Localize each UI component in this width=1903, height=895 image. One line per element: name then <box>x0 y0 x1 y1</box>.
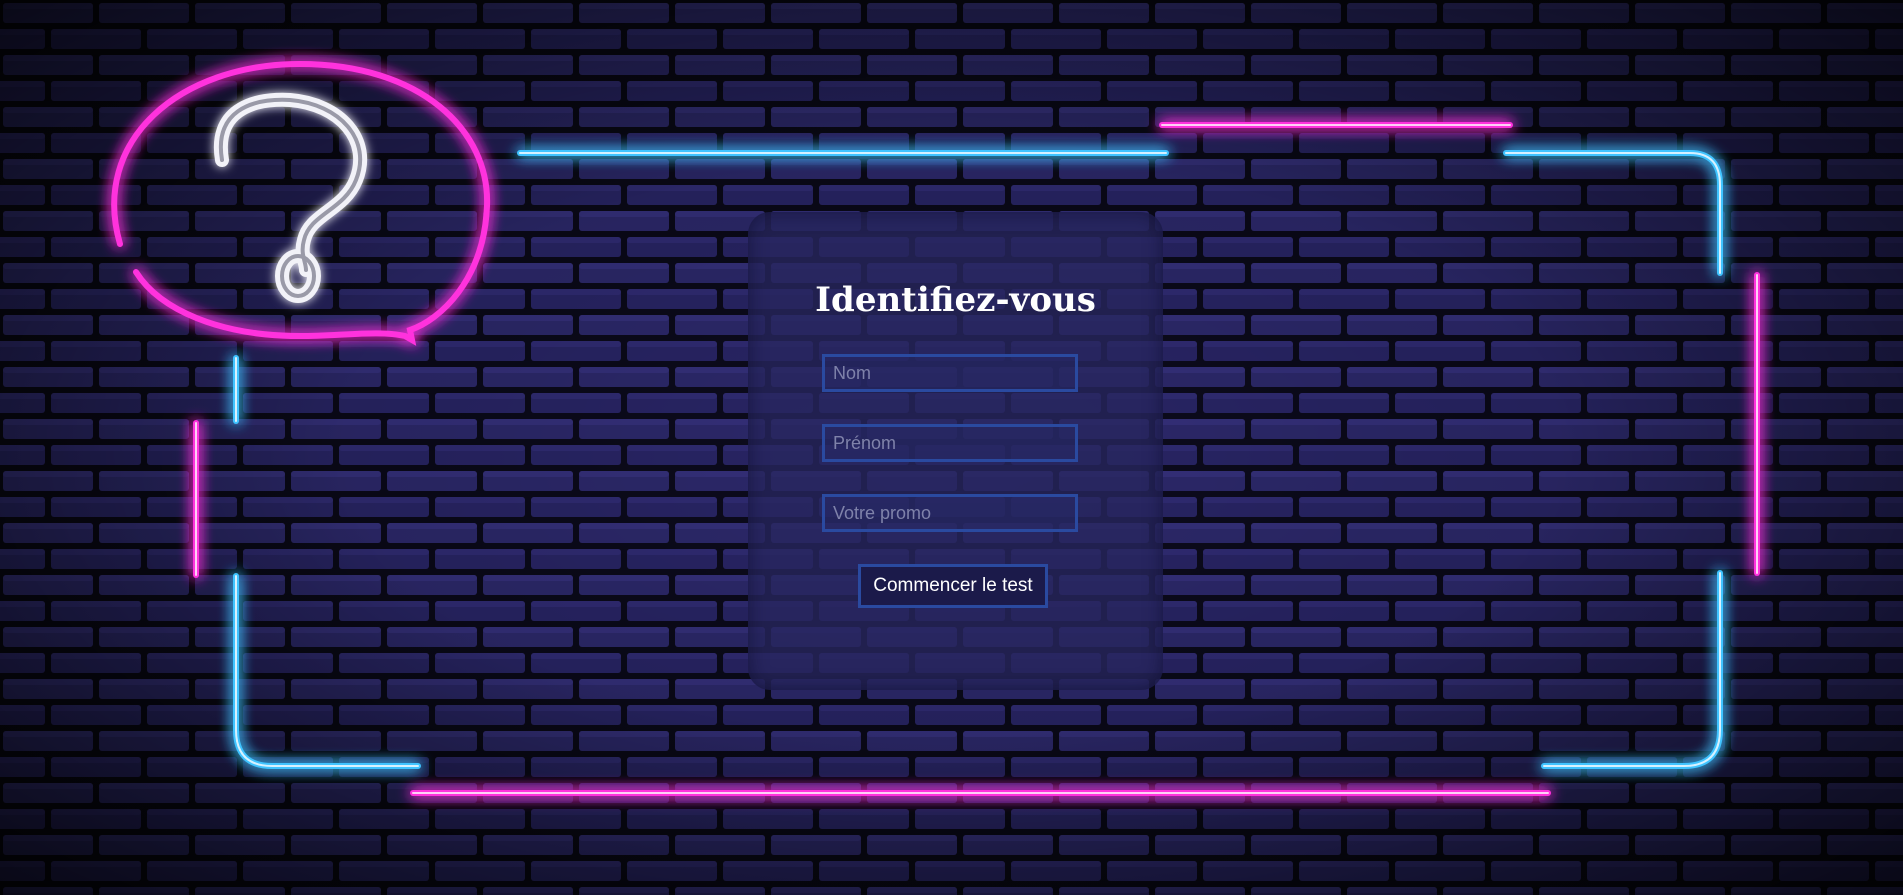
prenom-input[interactable] <box>822 424 1078 462</box>
neon-brick-background: Identifiez-vous Commencer le test <box>0 0 1903 895</box>
nom-input[interactable] <box>822 354 1078 392</box>
promo-input[interactable] <box>822 494 1078 532</box>
start-test-button[interactable]: Commencer le test <box>858 564 1048 608</box>
login-panel: Identifiez-vous Commencer le test <box>748 212 1163 690</box>
form-title: Identifiez-vous <box>815 280 1096 320</box>
